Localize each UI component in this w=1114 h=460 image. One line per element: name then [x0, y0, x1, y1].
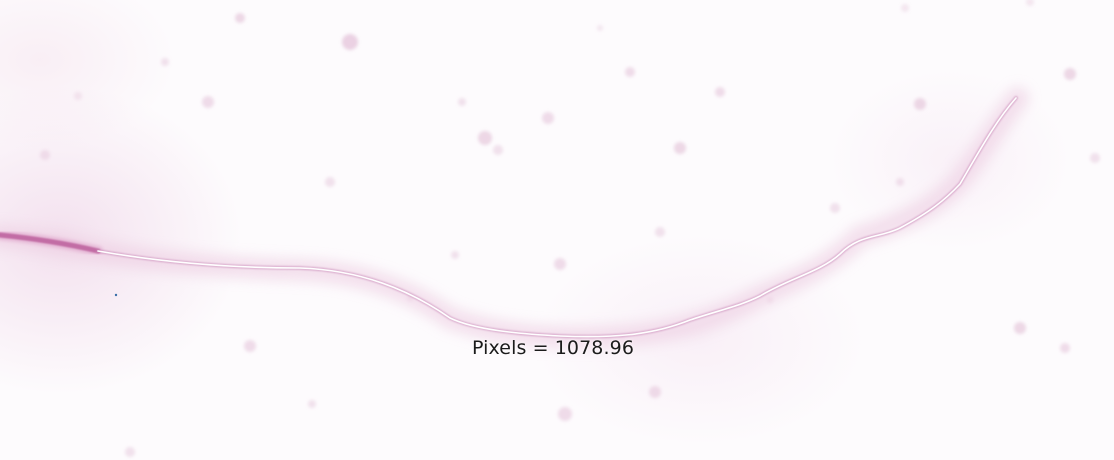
blue-dot-artifact — [114, 293, 118, 297]
fiber-image-svg — [0, 0, 1100, 457]
background-speckles — [40, 0, 1100, 457]
microscopy-image: Pixels = 1078.96 — [0, 0, 1114, 460]
measurement-trace — [96, 96, 1018, 339]
fiber-halo — [0, 87, 1029, 349]
measurement-label: Pixels = 1078.96 — [472, 337, 635, 359]
